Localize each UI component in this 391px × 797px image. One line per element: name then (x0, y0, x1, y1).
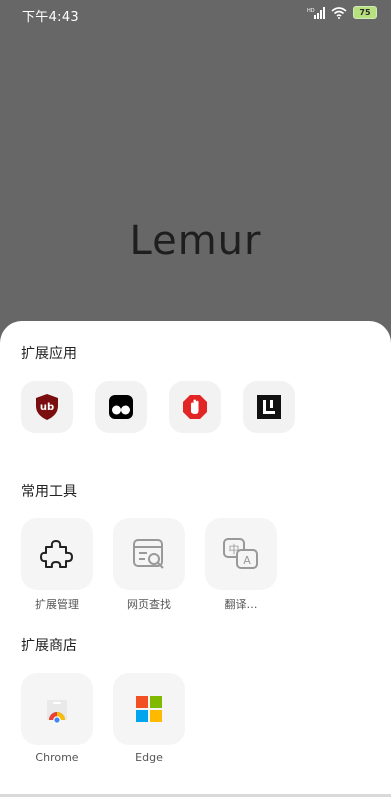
status-icons: HD 75 (307, 6, 377, 19)
store-label-chrome: Chrome (35, 751, 79, 764)
battery-indicator: 75 (353, 6, 377, 19)
tool-web-search[interactable] (113, 518, 185, 590)
tool-extension-manager[interactable] (21, 518, 93, 590)
tool-label-web-search: 网页查找 (127, 598, 171, 611)
svg-text:A: A (243, 554, 251, 567)
wifi-icon (331, 6, 347, 19)
store-chrome[interactable] (21, 673, 93, 745)
section-title-extensions: 扩展应用 (21, 346, 77, 362)
brand-logo: Lemur (129, 218, 262, 264)
tool-label-translate: 翻译… (224, 598, 258, 611)
extension-adblock[interactable] (169, 381, 221, 433)
section-title-store: 扩展商店 (21, 638, 77, 654)
store-label-edge: Edge (135, 751, 163, 764)
puzzle-icon (40, 540, 73, 568)
extension-ublock-origin[interactable]: ub (21, 381, 73, 433)
adblock-icon (183, 395, 207, 419)
status-bar: 下午4:43 HD 75 (0, 0, 391, 28)
tool-label-extension-manager: 扩展管理 (35, 598, 79, 611)
section-title-tools: 常用工具 (21, 484, 77, 500)
web-search-icon (133, 539, 164, 569)
svg-text:HD: HD (307, 8, 315, 14)
bottom-sheet: 扩展应用 ub 常用工具 扩展管理 网页查找 中 A 翻译… 扩展商店 Chro… (0, 321, 391, 797)
signal-icon: HD (307, 6, 325, 19)
tool-translate[interactable]: 中 A (205, 518, 277, 590)
status-time: 下午4:43 (22, 10, 79, 25)
chrome-store-icon (47, 700, 67, 724)
svg-text:ub: ub (40, 402, 54, 413)
tampermonkey-icon (109, 395, 133, 419)
extension-lemur[interactable] (243, 381, 295, 433)
extension-tampermonkey[interactable] (95, 381, 147, 433)
lemur-extension-icon (257, 395, 281, 419)
store-edge[interactable] (113, 673, 185, 745)
edge-store-icon (136, 696, 162, 722)
ublock-origin-icon: ub (36, 394, 58, 420)
translate-icon: 中 A (223, 538, 258, 569)
